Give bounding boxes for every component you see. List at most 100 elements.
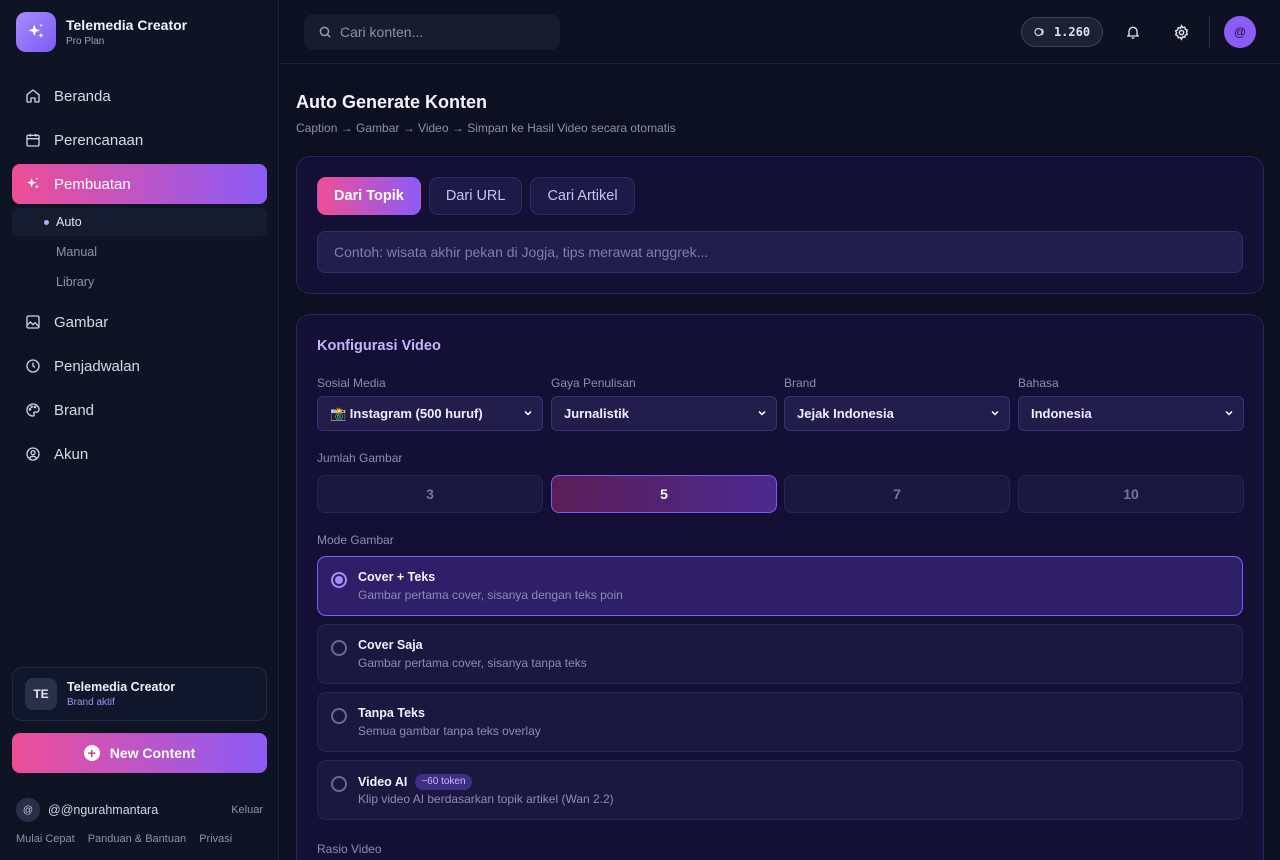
gear-icon <box>1174 23 1188 41</box>
footer-link-help[interactable]: Panduan & Bantuan <box>88 833 186 845</box>
language-value: Indonesia <box>1031 406 1092 421</box>
mode-title: Cover Saja <box>358 638 423 652</box>
topbar: 1.260 @ <box>280 0 1280 64</box>
social-media-select[interactable]: 📸 Instagram (500 huruf) <box>317 396 543 431</box>
tab-cari-artikel[interactable]: Cari Artikel <box>530 177 635 215</box>
image-count-option-3[interactable]: 3 <box>317 475 543 513</box>
sidebar: Telemedia Creator Pro Plan Beranda Peren… <box>0 0 279 860</box>
mode-title: Tanpa Teks <box>358 706 425 720</box>
image-count-option-7[interactable]: 7 <box>784 475 1010 513</box>
subnav-item-library[interactable]: Library <box>12 268 267 296</box>
clock-icon <box>26 359 40 373</box>
active-brand-card[interactable]: TE Telemedia Creator Brand aktif <box>12 667 267 721</box>
sidebar-item-akun[interactable]: Akun <box>12 434 267 474</box>
sidebar-item-label: Beranda <box>54 87 111 105</box>
image-count-option-10[interactable]: 10 <box>1018 475 1244 513</box>
search-input[interactable] <box>340 24 540 40</box>
source-card: Dari Topik Dari URL Cari Artikel <box>296 156 1264 294</box>
sidebar-item-pembuatan[interactable]: Pembuatan <box>12 164 267 204</box>
image-count-option-5[interactable]: 5 <box>551 475 777 513</box>
config-title: Konfigurasi Video <box>317 338 441 354</box>
user-handle: @@ngurahmantara <box>48 803 159 817</box>
sparkle-icon <box>27 177 39 189</box>
image-mode-cover-teks[interactable]: Cover + Teks Gambar pertama cover, sisan… <box>317 556 1243 616</box>
writing-style-label: Gaya Penulisan <box>551 376 636 390</box>
subnav-item-label: Manual <box>56 245 97 259</box>
palette-icon <box>26 403 40 417</box>
active-dot-icon <box>44 219 49 225</box>
tab-dari-topik[interactable]: Dari Topik <box>317 177 421 215</box>
subnav-item-auto[interactable]: Auto <box>12 208 267 236</box>
mode-description: Klip video AI berdasarkan topik artikel … <box>358 792 614 806</box>
main-content: Auto Generate Konten Caption → Gambar → … <box>280 64 1280 860</box>
sparkle-logo-icon <box>16 12 56 52</box>
chevron-down-icon <box>758 410 766 416</box>
user-avatar-button[interactable]: @ <box>1224 16 1256 48</box>
mode-description: Gambar pertama cover, sisanya dengan tek… <box>358 588 623 602</box>
new-content-label: New Content <box>109 745 196 761</box>
subnav-item-manual[interactable]: Manual <box>12 238 267 266</box>
user-circle-icon <box>26 447 40 461</box>
page-subtitle: Caption → Gambar → Video → Simpan ke Has… <box>296 121 676 135</box>
radio-icon[interactable] <box>331 776 347 792</box>
video-config-card: Konfigurasi Video Sosial Media Gaya Penu… <box>296 314 1264 860</box>
radio-selected-icon[interactable] <box>331 572 347 588</box>
token-cost-badge: ~60 token <box>415 774 472 790</box>
calendar-icon <box>26 134 40 147</box>
user-row: @ @@ngurahmantara Keluar <box>16 797 263 823</box>
chevron-down-icon <box>1225 410 1233 416</box>
settings-button[interactable] <box>1169 20 1193 44</box>
new-content-button[interactable]: + New Content <box>12 733 267 773</box>
image-mode-label: Mode Gambar <box>317 533 394 547</box>
brand-card-name: Telemedia Creator <box>67 679 176 694</box>
sidebar-item-beranda[interactable]: Beranda <box>12 76 267 116</box>
image-mode-cover-saja[interactable]: Cover Saja Gambar pertama cover, sisanya… <box>317 624 1243 684</box>
sidebar-item-label: Penjadwalan <box>54 357 140 375</box>
sidebar-nav: Beranda Perencanaan Pembuatan Auto Manua… <box>12 76 267 478</box>
mode-title: Cover + Teks <box>358 570 436 584</box>
tab-dari-url[interactable]: Dari URL <box>428 177 523 215</box>
notifications-button[interactable] <box>1121 20 1145 44</box>
language-label: Bahasa <box>1018 376 1059 390</box>
sidebar-item-label: Brand <box>54 401 95 419</box>
image-mode-video-ai[interactable]: Video AI ~60 token Klip video AI berdasa… <box>317 760 1243 820</box>
image-count-label: Jumlah Gambar <box>317 451 403 465</box>
sidebar-item-label: Perencanaan <box>54 131 144 149</box>
footer-link-privacy[interactable]: Privasi <box>199 833 232 845</box>
brand-select[interactable]: Jejak Indonesia <box>784 396 1010 431</box>
mode-description: Semua gambar tanpa teks overlay <box>358 724 541 738</box>
image-icon <box>26 315 40 329</box>
search-icon <box>319 26 331 38</box>
sidebar-item-label: Pembuatan <box>54 175 131 193</box>
home-icon <box>26 89 40 103</box>
app-plan: Pro Plan <box>66 35 105 47</box>
plus-circle-icon: + <box>83 745 100 761</box>
sidebar-item-brand[interactable]: Brand <box>12 390 267 430</box>
topbar-divider <box>1209 16 1210 48</box>
radio-icon[interactable] <box>331 640 347 656</box>
subnav-item-label: Auto <box>56 215 82 229</box>
writing-style-select[interactable]: Jurnalistik <box>551 396 777 431</box>
topic-input[interactable] <box>317 231 1243 273</box>
brand-value: Jejak Indonesia <box>797 406 894 421</box>
search-box[interactable] <box>304 14 560 50</box>
sidebar-item-perencanaan[interactable]: Perencanaan <box>12 120 267 160</box>
footer-link-quickstart[interactable]: Mulai Cepat <box>16 833 75 845</box>
brand-avatar: TE <box>25 678 57 710</box>
radio-icon[interactable] <box>331 708 347 724</box>
mode-description: Gambar pertama cover, sisanya tanpa teks <box>358 656 587 670</box>
image-mode-tanpa-teks[interactable]: Tanpa Teks Semua gambar tanpa teks overl… <box>317 692 1243 752</box>
sidebar-subnav: Auto Manual Library <box>12 208 267 296</box>
sidebar-item-gambar[interactable]: Gambar <box>12 302 267 342</box>
sidebar-item-penjadwalan[interactable]: Penjadwalan <box>12 346 267 386</box>
page-title: Auto Generate Konten <box>296 92 488 112</box>
token-balance[interactable]: 1.260 <box>1021 17 1103 47</box>
app-brand[interactable]: Telemedia Creator Pro Plan <box>16 12 187 52</box>
mode-title: Video AI <box>358 775 408 789</box>
avatar[interactable]: @ <box>16 798 40 822</box>
footer-links: Mulai Cepat Panduan & Bantuan Privasi <box>16 833 245 845</box>
social-media-label: Sosial Media <box>317 376 386 390</box>
logout-link[interactable]: Keluar <box>231 804 263 816</box>
token-count: 1.260 <box>1053 25 1091 39</box>
language-select[interactable]: Indonesia <box>1018 396 1244 431</box>
